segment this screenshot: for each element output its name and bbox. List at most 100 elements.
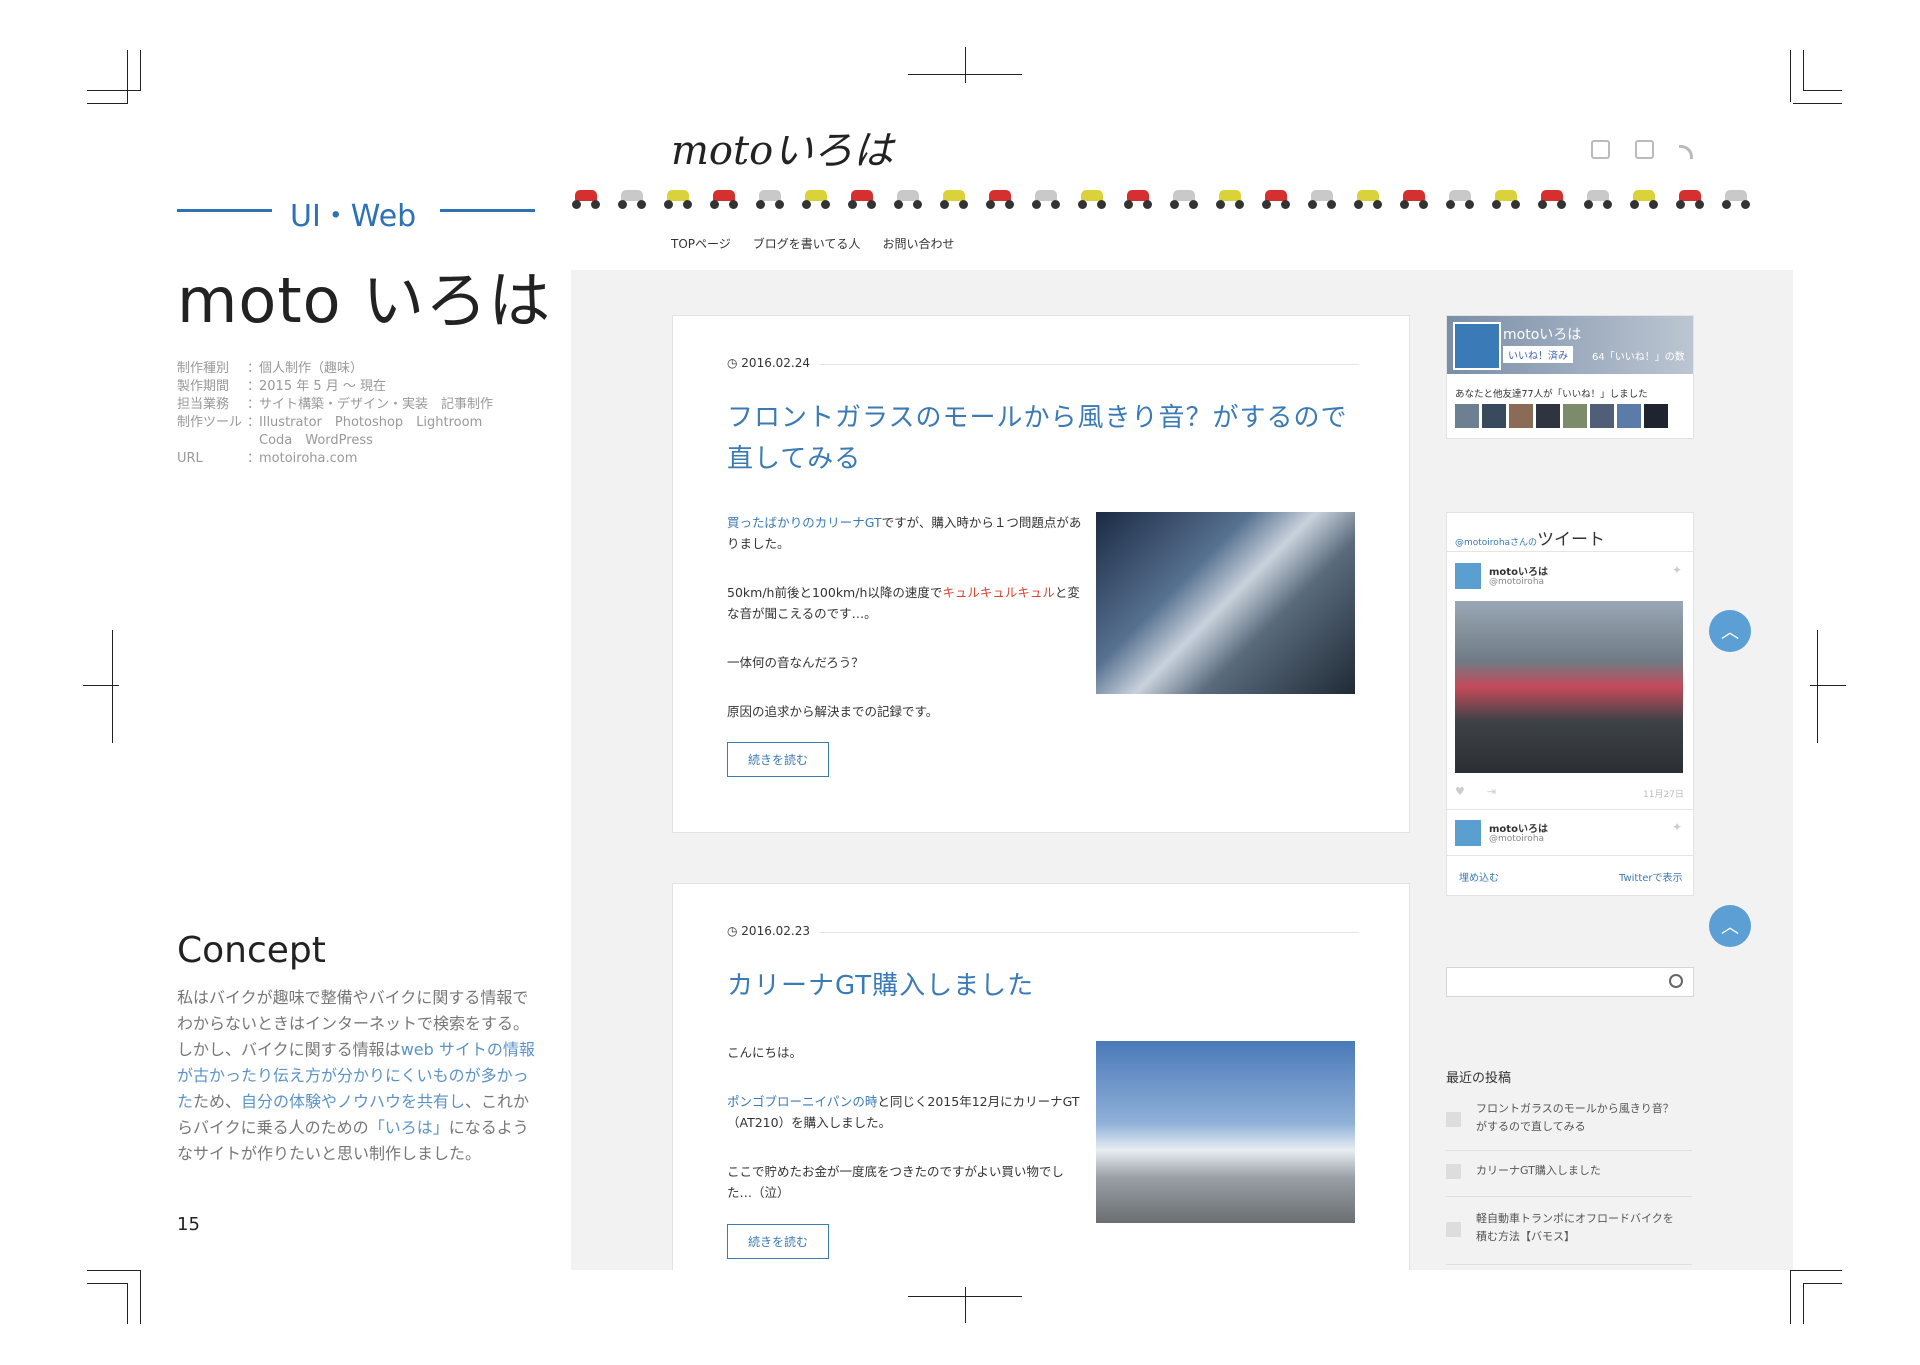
bullet-icon — [1446, 1164, 1461, 1179]
facebook-icon[interactable] — [1591, 140, 1610, 159]
friend-avatar[interactable] — [1509, 404, 1533, 428]
spec-sep: ： — [247, 451, 261, 466]
spec-key: 制作種別 — [177, 361, 230, 376]
friend-thumbnails — [1455, 404, 1671, 432]
tweet-account-handle[interactable]: @motoiroha — [1489, 577, 1544, 587]
post-card: ◷ 2016.02.23 カリーナGT購入しました こんにちは。 ポンゴブローニ… — [672, 883, 1410, 1270]
post-image-car[interactable] — [1096, 1041, 1355, 1223]
motorcycle-icon — [893, 188, 923, 210]
search-icon[interactable] — [1669, 974, 1683, 988]
social-links — [1591, 140, 1693, 163]
spec-row: URL ： motoiroha.com — [177, 450, 493, 468]
tweet-account-name[interactable]: motoいろは — [1489, 820, 1548, 835]
date-rule — [819, 932, 1359, 933]
bullet-icon — [1446, 1112, 1461, 1127]
nav-contact[interactable]: お問い合わせ — [882, 235, 954, 252]
spec-value: 2015 年 5 月 〜 現在 — [259, 379, 387, 394]
nav-about[interactable]: ブログを書いてる人 — [753, 235, 861, 252]
motorcycle-icon — [1537, 188, 1567, 210]
category-rule-left — [177, 209, 272, 212]
motorcycle-icon — [1491, 188, 1521, 210]
spec-list: 制作種別：個人制作（趣味） 製作期間： 2015 年 5 月 〜 現在 担当業務：… — [177, 360, 493, 468]
recent-post-line[interactable]: フロントガラスのモールから風きり音？ — [1476, 1100, 1692, 1118]
recent-post-item[interactable]: フロントガラスのモールから風きり音？ がするので直してみる — [1446, 1100, 1692, 1151]
post-image-windshield[interactable] — [1096, 512, 1355, 694]
read-more-button[interactable]: 続きを読む — [727, 1224, 829, 1259]
friend-avatar[interactable] — [1644, 404, 1668, 428]
post-title-line[interactable]: フロントガラスのモールから風きり音？がするので — [727, 398, 1377, 439]
recent-post-line[interactable]: がするので直してみる — [1476, 1118, 1692, 1136]
nav-top[interactable]: TOPページ — [671, 235, 731, 252]
motorcycle-icon — [1123, 188, 1153, 210]
motorcycle-icon — [985, 188, 1015, 210]
spec-row: Coda WordPress — [177, 432, 493, 450]
twitter-widget-header: @motoirohaさんのツイート — [1455, 525, 1605, 550]
recent-post-line[interactable]: 積む方法【バモス】 — [1476, 1228, 1692, 1246]
divider — [1447, 809, 1693, 810]
recent-post-item[interactable]: 軽自動車トランポにオフロードバイクを 積む方法【バモス】 — [1446, 1210, 1692, 1265]
project-title: moto いろは — [177, 264, 552, 337]
rss-icon[interactable] — [1678, 145, 1693, 159]
motorcycle-icon — [847, 188, 877, 210]
facebook-page-name[interactable]: motoいろは — [1503, 324, 1581, 344]
date-rule — [819, 364, 1359, 365]
post-date-text: 2016.02.24 — [741, 356, 811, 370]
tweet-account-name[interactable]: motoいろは — [1489, 563, 1548, 578]
tweet-avatar[interactable] — [1455, 820, 1481, 846]
friend-avatar[interactable] — [1482, 404, 1506, 428]
twitter-bird-icon: ✦ — [1672, 820, 1683, 834]
concept-text: 私はバイクが趣味で整備やバイクに関する情報でわからないときはインターネットで検索… — [177, 985, 541, 1167]
bullet-icon — [1446, 1222, 1461, 1237]
twitter-icon[interactable] — [1634, 140, 1654, 159]
scroll-up-button[interactable]: ︿ — [1709, 905, 1751, 947]
heart-icon[interactable]: ♥ — [1455, 785, 1465, 798]
post-title[interactable]: フロントガラスのモールから風きり音？がするので 直してみる — [727, 398, 1377, 480]
spec-sep: ： — [247, 397, 261, 412]
post-title[interactable]: カリーナGT購入しました — [727, 966, 1377, 1007]
friend-avatar[interactable] — [1617, 404, 1641, 428]
spec-value: サイト構築・デザイン・実装 記事制作 — [259, 397, 494, 412]
view-on-twitter-link[interactable]: Twitterで表示 — [1619, 869, 1683, 884]
post-title-line[interactable]: 直してみる — [727, 439, 1377, 480]
excerpt-paragraph: 一体何の音なんだろう？ — [727, 655, 864, 670]
spec-value: motoiroha.com — [259, 451, 358, 466]
friend-avatar[interactable] — [1590, 404, 1614, 428]
tweet-photo[interactable] — [1455, 601, 1683, 773]
read-more-button[interactable]: 続きを読む — [727, 742, 829, 777]
motorcycle-icon — [1215, 188, 1245, 210]
facebook-like-button[interactable]: いいね！済み — [1503, 346, 1573, 363]
friend-avatar[interactable] — [1455, 404, 1479, 428]
twitter-handle-label[interactable]: @motoirohaさんの — [1455, 538, 1537, 548]
spec-row: 担当業務 ：サイト構築・デザイン・実装 記事制作 — [177, 396, 493, 414]
motorcycle-icon — [939, 188, 969, 210]
facebook-avatar[interactable] — [1453, 322, 1501, 370]
category-rule-right — [440, 209, 535, 212]
tweet-account-handle[interactable]: @motoiroha — [1489, 834, 1544, 844]
recent-posts-list: フロントガラスのモールから風きり音？ がするので直してみる カリーナGT購入しまし… — [1446, 1100, 1692, 1270]
post-inline-link[interactable]: 買ったばかりのカリーナGT — [727, 515, 882, 530]
chevron-up-icon: ︿ — [1721, 622, 1739, 643]
embed-link[interactable]: 埋め込む — [1459, 869, 1499, 884]
recent-post-line[interactable]: 軽自動車トランポにオフロードバイクを — [1476, 1210, 1692, 1228]
motorcycle-icon — [1077, 188, 1107, 210]
post-excerpt: 買ったばかりのカリーナGTですが、購入時から１つ問題点がありました。 50km/… — [727, 512, 1083, 722]
search-input[interactable] — [1446, 967, 1694, 997]
spec-sep: ： — [247, 379, 261, 394]
friend-avatar[interactable] — [1563, 404, 1587, 428]
post-inline-link[interactable]: ポンゴブローニイパンの時 — [727, 1094, 877, 1109]
tweet-avatar[interactable] — [1455, 563, 1481, 589]
site-logo[interactable]: motoいろは — [671, 118, 893, 176]
facebook-friends: あなたと他友達77人が「いいね！」しました — [1455, 389, 1648, 400]
motorcycle-icon — [801, 188, 831, 210]
share-icon[interactable]: ⇥ — [1487, 785, 1496, 798]
facebook-widget: motoいろは いいね！済み 64「いいね！」の数 あなたと他友達77人が「いい… — [1446, 315, 1694, 439]
friend-avatar[interactable] — [1536, 404, 1560, 428]
recent-post-line[interactable]: カリーナGT購入しました — [1476, 1162, 1692, 1180]
excerpt-text: 50km/h前後と100km/h以降の速度で — [727, 585, 943, 600]
excerpt-paragraph: ここで貯めたお金が一度底をつきたのですがよい買い物でした…（泣） — [727, 1164, 1064, 1200]
recent-post-item[interactable]: カリーナGT購入しました — [1446, 1162, 1692, 1197]
concept-part: ため、 — [193, 1092, 242, 1111]
scroll-up-button[interactable]: ︿ — [1709, 610, 1751, 652]
twitter-widget-title: ツイート — [1537, 530, 1606, 550]
motorcycle-icon — [1261, 188, 1291, 210]
